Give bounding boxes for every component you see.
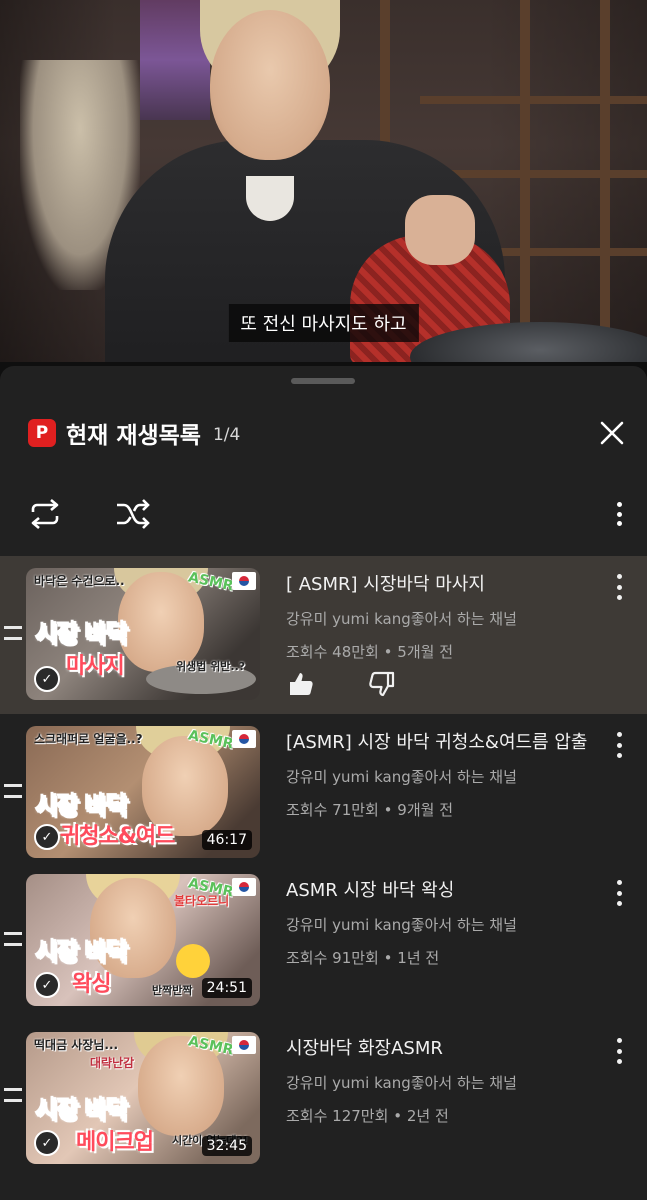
- channel-name: 강유미 yumi kang좋아서 하는 채널: [286, 768, 517, 786]
- thumbnail-text-line1: 시장 바닥: [35, 937, 129, 967]
- thumbnail-note: 대략난감: [90, 1056, 135, 1070]
- video-title: ASMR 시장 바닥 왁싱: [286, 880, 455, 901]
- playlist-more-button[interactable]: [609, 494, 629, 534]
- thumbs-up-icon: [290, 673, 313, 695]
- item-more-button[interactable]: [609, 880, 629, 906]
- shuffle-button[interactable]: [112, 494, 154, 534]
- thumbnail-text-line2: 마사지: [66, 654, 125, 679]
- playlist-item[interactable]: 불타오르니 시장 바닥 왁싱 반짝반짝 ASMR ✓ 24:51 ASMR 시장…: [0, 872, 647, 1030]
- playlist-position: 1/4: [212, 425, 241, 445]
- video-info[interactable]: 시장바닥 화장ASMR 강유미 yumi kang좋아서 하는 채널 조회수 1…: [286, 1034, 603, 1126]
- verified-check-icon: ✓: [34, 824, 60, 850]
- video-title: 시장바닥 화장ASMR: [286, 1038, 443, 1059]
- playlist-badge-icon: P: [28, 419, 56, 447]
- shuffle-icon: [117, 499, 150, 529]
- reorder-handle-icon[interactable]: [4, 784, 22, 798]
- video-info[interactable]: ASMR 시장 바닥 왁싱 강유미 yumi kang좋아서 하는 채널 조회수…: [286, 876, 603, 968]
- reorder-handle-icon[interactable]: [4, 932, 22, 946]
- video-thumbnail[interactable]: 바닥은 수건으로.. 시장 바닥 마사지 위생법 위반..? ASMR ✓: [26, 568, 260, 700]
- video-duration: 24:51: [201, 978, 252, 998]
- video-thumbnail[interactable]: 떡대금 사장님... 대략난감 시장 바닥 메이크업 시간이 없는데?! ASM…: [26, 1032, 260, 1164]
- reorder-handle-icon[interactable]: [4, 1088, 22, 1102]
- thumbnail-note: 반짝반짝: [152, 984, 193, 997]
- drag-handle[interactable]: [291, 378, 355, 384]
- shelf-post: [520, 0, 530, 362]
- video-info[interactable]: [ ASMR] 시장바닥 마사지 강유미 yumi kang좋아서 하는 채널 …: [286, 570, 603, 662]
- item-more-button[interactable]: [609, 574, 629, 600]
- video-info[interactable]: [ASMR] 시장 바닥 귀청소&여드름 압출 강유미 yumi kang좋아서…: [286, 728, 603, 820]
- video-meta: 조회수 91만회 • 1년 전: [286, 949, 440, 967]
- video-duration: 46:17: [201, 830, 252, 850]
- like-button[interactable]: [287, 670, 315, 698]
- playlist-item[interactable]: 바닥은 수건으로.. 시장 바닥 마사지 위생법 위반..? ASMR ✓ [ …: [0, 556, 647, 714]
- channel-name: 강유미 yumi kang좋아서 하는 채널: [286, 610, 517, 628]
- thumbnail-text-line1: 시장 바닥: [35, 1095, 129, 1125]
- video-meta: 조회수 48만회 • 5개월 전: [286, 643, 453, 661]
- emoji-icon: [176, 944, 210, 978]
- thumbs-down-icon: [369, 671, 395, 697]
- video-title: [ ASMR] 시장바닥 마사지: [286, 574, 485, 595]
- thumbnail-text-line1: 시장 바닥: [35, 619, 129, 649]
- channel-name: 강유미 yumi kang좋아서 하는 채널: [286, 916, 517, 934]
- shelf-board: [420, 96, 647, 104]
- playlist-panel: P 현재 재생목록 1/4 바닥은 수건으로.. 시장 바닥 마사지 위생법 위…: [0, 366, 647, 1200]
- playlist-header: P 현재 재생목록 1/4: [28, 416, 625, 450]
- video-player[interactable]: 또 전신 마사지도 하고: [0, 0, 647, 362]
- playlist-item[interactable]: 떡대금 사장님... 대략난감 시장 바닥 메이크업 시간이 없는데?! ASM…: [0, 1030, 647, 1188]
- loop-button[interactable]: [24, 494, 66, 534]
- video-meta: 조회수 71만회 • 9개월 전: [286, 801, 453, 819]
- repeat-icon: [31, 499, 59, 529]
- video-title: [ASMR] 시장 바닥 귀청소&여드름 압출: [286, 732, 588, 753]
- korean-flag-icon: [232, 730, 256, 748]
- person-face-image: [210, 10, 330, 160]
- thumbnail-text-line2: 왁싱: [72, 972, 111, 997]
- dislike-button[interactable]: [368, 670, 396, 698]
- video-thumbnail[interactable]: 스크래퍼로 얼굴을..? 시장 바닥 귀청소&여드 ASMR ✓ 46:17: [26, 726, 260, 858]
- reorder-handle-icon[interactable]: [4, 626, 22, 640]
- korean-flag-icon: [232, 1036, 256, 1054]
- playlist-title: 현재 재생목록: [66, 423, 201, 449]
- item-more-button[interactable]: [609, 732, 629, 758]
- channel-name: 강유미 yumi kang좋아서 하는 채널: [286, 1074, 517, 1092]
- verified-check-icon: ✓: [34, 972, 60, 998]
- more-vert-icon: [616, 502, 622, 526]
- playlist-controls: [24, 494, 629, 534]
- korean-flag-icon: [232, 878, 256, 896]
- close-button[interactable]: [595, 416, 629, 450]
- verified-check-icon: ✓: [34, 666, 60, 692]
- thumbnail-note: 위생법 위반..?: [176, 660, 246, 673]
- item-more-button[interactable]: [609, 1038, 629, 1064]
- korean-flag-icon: [232, 572, 256, 590]
- video-caption: 또 전신 마사지도 하고: [228, 304, 419, 342]
- thumbnail-text-line2: 메이크업: [76, 1130, 154, 1155]
- thumbnail-text-line1: 시장 바닥: [35, 791, 129, 821]
- thumbnail-note: 스크래퍼로 얼굴을..?: [34, 732, 143, 746]
- thumbnail-note: 떡대금 사장님...: [34, 1038, 119, 1052]
- video-meta: 조회수 127만회 • 2년 전: [286, 1107, 449, 1125]
- thumbnail-text-line2: 귀청소&여드: [60, 824, 175, 849]
- shelf-post: [600, 0, 610, 362]
- playlist-items: 바닥은 수건으로.. 시장 바닥 마사지 위생법 위반..? ASMR ✓ [ …: [0, 556, 647, 1188]
- video-duration: 32:45: [201, 1136, 252, 1156]
- video-thumbnail[interactable]: 불타오르니 시장 바닥 왁싱 반짝반짝 ASMR ✓ 24:51: [26, 874, 260, 1006]
- playlist-item[interactable]: 스크래퍼로 얼굴을..? 시장 바닥 귀청소&여드 ASMR ✓ 46:17 […: [0, 714, 647, 872]
- verified-check-icon: ✓: [34, 1130, 60, 1156]
- close-icon: [600, 421, 624, 445]
- person-hand-image: [405, 195, 475, 265]
- thumbnail-note: 바닥은 수건으로..: [34, 574, 125, 588]
